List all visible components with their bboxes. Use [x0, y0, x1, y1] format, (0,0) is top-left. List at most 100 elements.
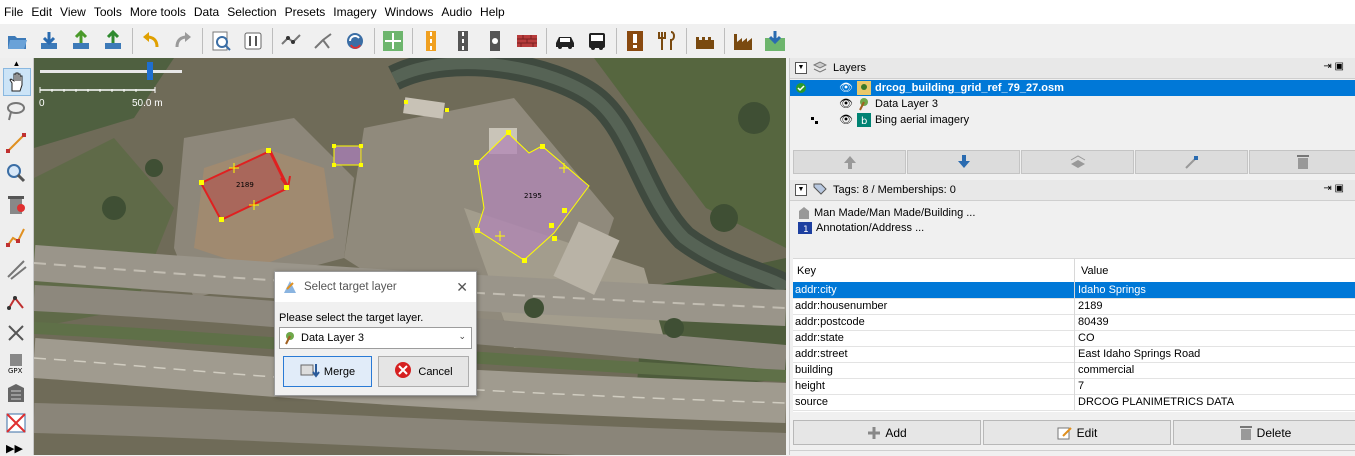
edit-tag-button[interactable]: Edit: [983, 420, 1171, 445]
menu-windows[interactable]: Windows: [381, 0, 438, 24]
zoom-icon[interactable]: [3, 160, 29, 186]
move-layer-up-button[interactable]: [793, 150, 906, 174]
preset-link-address[interactable]: 1 Annotation/Address ...: [798, 222, 924, 234]
preferences-icon[interactable]: [240, 28, 266, 54]
menu-help[interactable]: Help: [476, 0, 509, 24]
table-row[interactable]: source DRCOG PLANIMETRICS DATA: [793, 394, 1355, 411]
tag-value[interactable]: 7: [1075, 378, 1355, 394]
tag-value[interactable]: 2189: [1075, 298, 1355, 314]
table-row[interactable]: addr:street East Idaho Springs Road: [793, 346, 1355, 363]
key-column-header[interactable]: Key: [793, 259, 1075, 283]
extrude-icon[interactable]: [3, 288, 29, 314]
table-row[interactable]: addr:housenumber 2189: [793, 298, 1355, 315]
lasso-icon[interactable]: [3, 98, 29, 124]
bus-icon[interactable]: [584, 28, 610, 54]
menu-view[interactable]: View: [56, 0, 90, 24]
merge-layer-button[interactable]: [1021, 150, 1134, 174]
table-row[interactable]: building commercial: [793, 362, 1355, 379]
tag-key[interactable]: source: [793, 394, 1075, 410]
value-column-header[interactable]: Value: [1075, 265, 1108, 277]
delete-layer-button[interactable]: [1249, 150, 1355, 174]
undo-icon[interactable]: [138, 28, 164, 54]
visibility-eye-icon[interactable]: 👁: [839, 81, 853, 94]
split-icon[interactable]: [310, 28, 336, 54]
search-icon[interactable]: [208, 28, 234, 54]
show-hide-layer-button[interactable]: [1135, 150, 1248, 174]
tag-key[interactable]: addr:city: [793, 282, 1075, 298]
download-area-icon[interactable]: [762, 28, 788, 54]
industry-icon[interactable]: [730, 28, 756, 54]
menu-more-tools[interactable]: More tools: [126, 0, 190, 24]
cancel-button[interactable]: Cancel: [378, 356, 469, 387]
tag-value[interactable]: CO: [1075, 330, 1355, 346]
zoom-fit-icon[interactable]: [380, 28, 406, 54]
menu-file[interactable]: File: [0, 0, 27, 24]
wireframe-icon[interactable]: [278, 28, 304, 54]
menu-edit[interactable]: Edit: [27, 0, 56, 24]
menu-imagery[interactable]: Imagery: [329, 0, 380, 24]
layer-select[interactable]: Data Layer 3 ⌄: [279, 327, 472, 349]
zoom-slider[interactable]: [38, 62, 198, 102]
road-icon[interactable]: [450, 28, 476, 54]
gate-icon[interactable]: [482, 28, 508, 54]
road-marking-icon[interactable]: [418, 28, 444, 54]
warning-icon[interactable]: [622, 28, 648, 54]
car-icon[interactable]: [552, 28, 578, 54]
visibility-eye-icon[interactable]: 👁: [839, 97, 853, 110]
tag-key[interactable]: addr:street: [793, 346, 1075, 362]
table-row[interactable]: addr:state CO: [793, 330, 1355, 347]
collapse-icon[interactable]: ▼: [795, 62, 807, 74]
tag-key[interactable]: addr:postcode: [793, 314, 1075, 330]
menu-presets[interactable]: Presets: [281, 0, 330, 24]
add-tag-button[interactable]: Add: [793, 420, 981, 445]
improve-way-icon[interactable]: [3, 224, 29, 250]
preset-link-building[interactable]: Man Made/Man Made/Building ...: [798, 206, 975, 220]
table-row[interactable]: addr:city Idaho Springs: [793, 282, 1355, 299]
save-icon[interactable]: [100, 28, 126, 54]
visibility-eye-icon[interactable]: 👁: [839, 113, 853, 126]
collapse-up-icon[interactable]: ▲: [0, 58, 33, 68]
redo-icon[interactable]: [170, 28, 196, 54]
download-icon[interactable]: [36, 28, 62, 54]
menu-tools[interactable]: Tools: [90, 0, 126, 24]
chevron-down-icon[interactable]: ⌄: [458, 331, 466, 342]
tag-value[interactable]: DRCOG PLANIMETRICS DATA: [1075, 394, 1355, 410]
align-tool-icon[interactable]: [3, 410, 29, 436]
tag-key[interactable]: building: [793, 362, 1075, 378]
upload-icon[interactable]: [68, 28, 94, 54]
dock-icon[interactable]: ⇥ ▣: [1323, 183, 1344, 194]
menu-selection[interactable]: Selection: [223, 0, 280, 24]
parallel-icon[interactable]: [3, 256, 29, 282]
menu-audio[interactable]: Audio: [437, 0, 476, 24]
tag-value[interactable]: commercial: [1075, 362, 1355, 378]
table-row[interactable]: addr:postcode 80439: [793, 314, 1355, 331]
layer-row[interactable]: 👁 drcog_building_grid_ref_79_27.osm: [790, 80, 1355, 96]
tag-value[interactable]: East Idaho Springs Road: [1075, 346, 1355, 362]
select-hand-icon[interactable]: [3, 68, 31, 96]
split-way-icon[interactable]: [3, 320, 29, 346]
castle-icon[interactable]: [692, 28, 718, 54]
delete-tool-icon[interactable]: [3, 192, 29, 218]
open-file-icon[interactable]: [4, 28, 30, 54]
building-tool-icon[interactable]: [3, 380, 29, 406]
close-icon[interactable]: ✕: [456, 279, 468, 296]
tag-key[interactable]: height: [793, 378, 1075, 394]
draw-line-icon[interactable]: [3, 130, 29, 156]
delete-tag-button[interactable]: Delete: [1173, 420, 1355, 445]
tag-key[interactable]: addr:housenumber: [793, 298, 1075, 314]
merge-button[interactable]: Merge: [283, 356, 372, 387]
layer-row[interactable]: 👁 Data Layer 3: [790, 96, 1355, 112]
move-layer-down-button[interactable]: [907, 150, 1020, 174]
collapse-icon[interactable]: ▼: [795, 184, 807, 196]
more-tools-icon[interactable]: ▶▶: [6, 442, 23, 455]
restaurant-icon[interactable]: [654, 28, 680, 54]
dock-icon[interactable]: ⇥ ▣: [1323, 61, 1344, 72]
wall-icon[interactable]: [514, 28, 540, 54]
tag-value[interactable]: Idaho Springs: [1075, 282, 1355, 298]
tag-value[interactable]: 80439: [1075, 314, 1355, 330]
refresh-icon[interactable]: [342, 28, 368, 54]
menu-data[interactable]: Data: [190, 0, 223, 24]
layer-row[interactable]: 👁 b Bing aerial imagery: [790, 112, 1355, 128]
tag-key[interactable]: addr:state: [793, 330, 1075, 346]
table-row[interactable]: height 7: [793, 378, 1355, 395]
